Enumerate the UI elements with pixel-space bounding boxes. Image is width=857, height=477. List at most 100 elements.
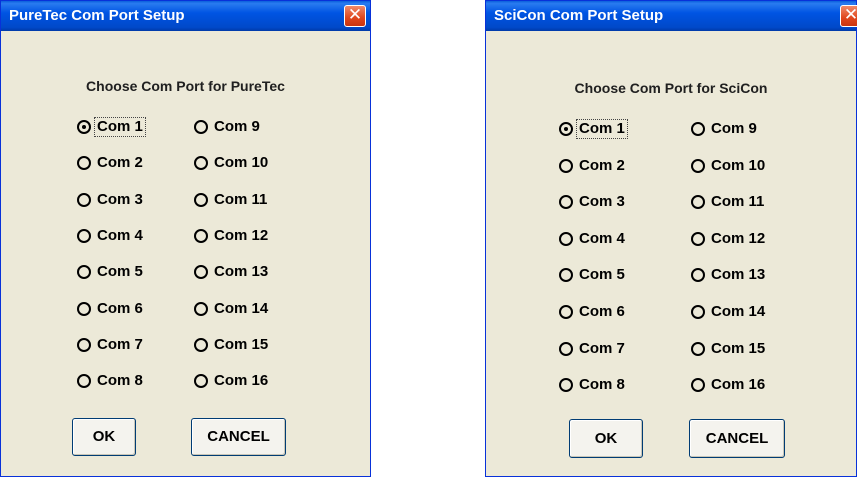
com-port-label: Com 2 <box>97 154 143 171</box>
radio-unselected-icon[interactable] <box>559 159 573 173</box>
radio-unselected-icon[interactable] <box>77 156 91 170</box>
close-button[interactable]: ✕ <box>344 5 366 27</box>
radio-unselected-icon[interactable] <box>194 302 208 316</box>
radio-unselected-icon[interactable] <box>691 122 705 136</box>
radio-unselected-icon[interactable] <box>194 156 208 170</box>
ok-button[interactable]: OK <box>72 418 136 456</box>
com-port-label: Com 4 <box>97 227 143 244</box>
com-port-label: Com 6 <box>97 300 143 317</box>
radio-unselected-icon[interactable] <box>559 378 573 392</box>
com-port-label: Com 8 <box>97 372 143 389</box>
com-port-label: Com 8 <box>579 376 625 393</box>
choose-port-prompt: Choose Com Port for PureTec <box>86 78 285 94</box>
com-port-label: Com 2 <box>579 157 625 174</box>
com-port-label: Com 12 <box>214 227 269 244</box>
com-port-radio[interactable]: Com 2 <box>77 152 146 174</box>
radio-unselected-icon[interactable] <box>691 159 705 173</box>
com-port-radio[interactable]: Com 1 <box>77 116 146 138</box>
com-port-radio[interactable]: Com 14 <box>691 301 768 323</box>
com-port-radio[interactable]: Com 9 <box>691 118 760 140</box>
close-button[interactable]: ✕ <box>840 5 857 27</box>
close-icon: ✕ <box>843 5 857 25</box>
com-port-radio[interactable]: Com 3 <box>77 189 146 211</box>
radio-unselected-icon[interactable] <box>691 342 705 356</box>
radio-unselected-icon[interactable] <box>691 195 705 209</box>
radio-unselected-icon[interactable] <box>194 338 208 352</box>
radio-unselected-icon[interactable] <box>691 268 705 282</box>
com-port-radio[interactable]: Com 15 <box>691 338 768 360</box>
com-port-label: Com 9 <box>711 120 757 137</box>
close-icon: ✕ <box>347 5 363 25</box>
com-port-label: Com 7 <box>97 336 143 353</box>
com-port-label: Com 4 <box>579 230 625 247</box>
radio-unselected-icon[interactable] <box>559 268 573 282</box>
com-port-radio[interactable]: Com 11 <box>691 191 767 213</box>
com-port-radio[interactable]: Com 6 <box>559 301 628 323</box>
com-port-label: Com 1 <box>576 119 628 139</box>
radio-unselected-icon[interactable] <box>691 232 705 246</box>
com-port-radio[interactable]: Com 2 <box>559 155 628 177</box>
com-port-radio[interactable]: Com 11 <box>194 189 270 211</box>
com-port-radio[interactable]: Com 8 <box>559 374 628 396</box>
radio-unselected-icon[interactable] <box>77 374 91 388</box>
radio-unselected-icon[interactable] <box>194 120 208 134</box>
radio-unselected-icon[interactable] <box>194 374 208 388</box>
com-port-radio[interactable]: Com 3 <box>559 191 628 213</box>
com-port-radio[interactable]: Com 15 <box>194 334 271 356</box>
dialog-title-bar[interactable]: PureTec Com Port Setup <box>1 1 370 31</box>
radio-unselected-icon[interactable] <box>77 265 91 279</box>
com-port-label: Com 14 <box>214 300 269 317</box>
radio-unselected-icon[interactable] <box>559 342 573 356</box>
com-port-label: Com 10 <box>214 154 269 171</box>
com-port-label: Com 3 <box>579 193 625 210</box>
com-port-radio[interactable]: Com 12 <box>194 225 271 247</box>
radio-unselected-icon[interactable] <box>77 302 91 316</box>
radio-unselected-icon[interactable] <box>194 265 208 279</box>
com-port-radio[interactable]: Com 6 <box>77 298 146 320</box>
com-port-label: Com 6 <box>579 303 625 320</box>
radio-unselected-icon[interactable] <box>691 305 705 319</box>
com-port-radio[interactable]: Com 13 <box>194 261 271 283</box>
com-port-label: Com 16 <box>711 376 766 393</box>
dialog-title-bar[interactable]: SciCon Com Port Setup <box>486 1 856 31</box>
cancel-button[interactable]: CANCEL <box>689 419 785 458</box>
radio-unselected-icon[interactable] <box>559 232 573 246</box>
radio-unselected-icon[interactable] <box>194 229 208 243</box>
puretec-com-port-dialog: PureTec Com Port Setup ✕ Choose Com Port… <box>0 0 371 477</box>
com-port-radio[interactable]: Com 1 <box>559 118 628 140</box>
com-port-radio[interactable]: Com 9 <box>194 116 263 138</box>
com-port-radio[interactable]: Com 7 <box>77 334 146 356</box>
radio-unselected-icon[interactable] <box>691 378 705 392</box>
com-port-radio[interactable]: Com 14 <box>194 298 271 320</box>
com-port-radio[interactable]: Com 10 <box>194 152 271 174</box>
ok-button[interactable]: OK <box>569 419 643 458</box>
scicon-com-port-dialog: SciCon Com Port Setup ✕ Choose Com Port … <box>485 0 857 477</box>
com-port-radio[interactable]: Com 16 <box>691 374 768 396</box>
com-port-radio[interactable]: Com 7 <box>559 338 628 360</box>
com-port-radio[interactable]: Com 4 <box>77 225 146 247</box>
com-port-radio[interactable]: Com 13 <box>691 264 768 286</box>
com-port-radio[interactable]: Com 4 <box>559 228 628 250</box>
radio-selected-icon[interactable] <box>559 122 573 136</box>
com-port-radio[interactable]: Com 10 <box>691 155 768 177</box>
radio-unselected-icon[interactable] <box>194 193 208 207</box>
com-port-radio[interactable]: Com 12 <box>691 228 768 250</box>
dialog-title: SciCon Com Port Setup <box>494 7 664 24</box>
com-port-label: Com 11 <box>711 193 765 210</box>
radio-selected-icon[interactable] <box>77 120 91 134</box>
cancel-button[interactable]: CANCEL <box>191 418 286 456</box>
com-port-label: Com 11 <box>214 191 268 208</box>
radio-unselected-icon[interactable] <box>559 195 573 209</box>
com-port-label: Com 1 <box>94 117 146 137</box>
radio-unselected-icon[interactable] <box>77 338 91 352</box>
com-port-radio[interactable]: Com 5 <box>77 261 146 283</box>
com-port-label: Com 3 <box>97 191 143 208</box>
com-port-radio[interactable]: Com 16 <box>194 370 271 392</box>
radio-unselected-icon[interactable] <box>77 229 91 243</box>
com-port-label: Com 15 <box>214 336 269 353</box>
com-port-radio[interactable]: Com 8 <box>77 370 146 392</box>
com-port-label: Com 12 <box>711 230 766 247</box>
radio-unselected-icon[interactable] <box>77 193 91 207</box>
radio-unselected-icon[interactable] <box>559 305 573 319</box>
com-port-radio[interactable]: Com 5 <box>559 264 628 286</box>
